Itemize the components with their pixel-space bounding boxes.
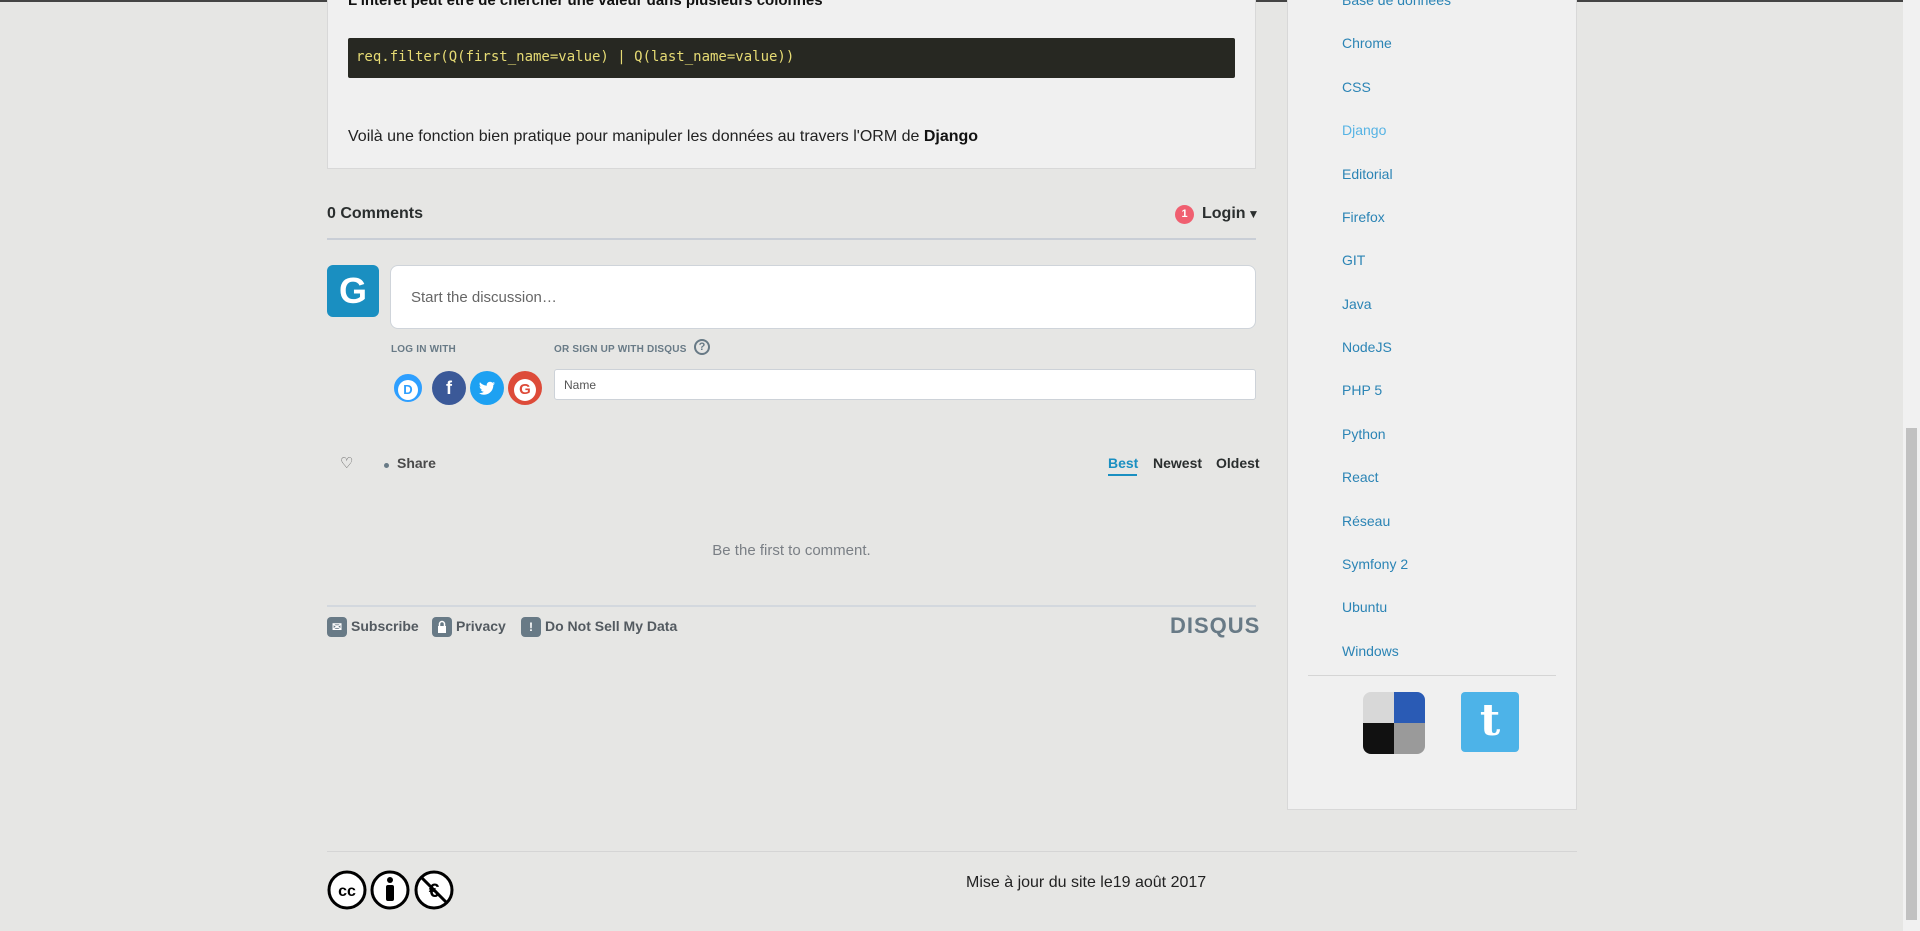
- name-field-wrapper[interactable]: [554, 369, 1256, 400]
- twitter-bird-icon: [479, 381, 495, 395]
- sign-up-label: OR SIGN UP WITH DISQUS: [554, 344, 687, 355]
- sidebar-item-java[interactable]: Java: [1342, 296, 1372, 312]
- sidebar-item-python[interactable]: Python: [1342, 426, 1386, 442]
- mail-icon[interactable]: ✉: [327, 617, 347, 637]
- disqus-login-icon[interactable]: D: [391, 371, 425, 405]
- code-text: req.filter(Q(first_name=value) | Q(last_…: [356, 49, 795, 65]
- sidebar-item-editorial[interactable]: Editorial: [1342, 166, 1393, 182]
- share-button[interactable]: Share: [397, 455, 436, 471]
- bullet-dot: [384, 463, 389, 468]
- sort-oldest-tab[interactable]: Oldest: [1216, 455, 1260, 471]
- article-heading: L'intérêt peut être de chercher une vale…: [348, 0, 823, 9]
- article-paragraph-bold: Django: [923, 128, 979, 145]
- lock-glyph-icon: [438, 620, 446, 633]
- creative-commons-icon[interactable]: cc €: [327, 870, 457, 917]
- code-block: req.filter(Q(first_name=value) | Q(last_…: [348, 38, 1235, 78]
- subscribe-link[interactable]: Subscribe: [351, 618, 419, 634]
- login-label[interactable]: Login: [1202, 205, 1246, 222]
- discussion-input[interactable]: [411, 266, 1231, 328]
- sidebar-item-php5[interactable]: PHP 5: [1342, 382, 1382, 398]
- delicious-tile-grey: [1363, 692, 1394, 723]
- footer-divider: [327, 605, 1256, 607]
- delicious-icon[interactable]: [1363, 692, 1425, 754]
- sidebar-item-firefox[interactable]: Firefox: [1342, 209, 1385, 225]
- sidebar-item-django[interactable]: Django: [1342, 122, 1386, 138]
- comment-box[interactable]: [390, 265, 1256, 329]
- article-paragraph: Voilà une fonction bien pratique pour ma…: [348, 128, 978, 146]
- site-update-text: Mise à jour du site le19 août 2017: [966, 874, 1207, 891]
- sidebar-item-react[interactable]: React: [1342, 469, 1379, 485]
- sort-newest-tab[interactable]: Newest: [1153, 455, 1202, 471]
- avatar: G: [327, 265, 379, 317]
- twitter-icon[interactable]: t: [1461, 692, 1519, 752]
- heart-icon[interactable]: ♡: [340, 454, 353, 472]
- sidebar-item-symfony2[interactable]: Symfony 2: [1342, 556, 1408, 572]
- name-field[interactable]: [564, 370, 1244, 399]
- svg-text:cc: cc: [338, 883, 356, 900]
- sidebar-item-git[interactable]: GIT: [1342, 252, 1365, 268]
- sidebar: Base de données Chrome CSS Django Editor…: [1287, 0, 1577, 810]
- scrollbar-thumb[interactable]: [1906, 428, 1917, 920]
- twitter-login-icon[interactable]: [470, 371, 504, 405]
- sidebar-item-nodejs[interactable]: NodeJS: [1342, 339, 1392, 355]
- disqus-glyph: D: [398, 380, 418, 400]
- sidebar-item-css[interactable]: CSS: [1342, 79, 1371, 95]
- disqus-logo[interactable]: DISQUS: [1170, 613, 1260, 639]
- google-login-icon[interactable]: G: [508, 371, 542, 405]
- log-in-with-label: LOG IN WITH: [391, 344, 456, 355]
- do-not-sell-link[interactable]: Do Not Sell My Data: [545, 618, 677, 634]
- google-glyph: G: [514, 379, 536, 401]
- cc-by-nc-badge-icon: cc €: [327, 870, 454, 910]
- comments-count[interactable]: 0 Comments: [327, 205, 423, 223]
- sidebar-item-chrome[interactable]: Chrome: [1342, 35, 1392, 51]
- sort-best-tab[interactable]: Best: [1108, 455, 1138, 471]
- page-footer-divider: [327, 851, 1577, 852]
- chevron-down-icon[interactable]: ▼: [1248, 207, 1260, 221]
- sidebar-item-windows[interactable]: Windows: [1342, 643, 1399, 659]
- sidebar-item-reseau[interactable]: Réseau: [1342, 513, 1390, 529]
- delicious-tile-black: [1363, 723, 1394, 754]
- article-paragraph-text: Voilà une fonction bien pratique pour ma…: [348, 128, 924, 145]
- empty-comments-message: Be the first to comment.: [712, 542, 871, 559]
- lock-icon[interactable]: [432, 617, 452, 637]
- delicious-tile-silver: [1394, 723, 1425, 754]
- privacy-link[interactable]: Privacy: [456, 618, 506, 634]
- delicious-tile-blue: [1394, 692, 1425, 723]
- active-tab-indicator: [1108, 474, 1137, 476]
- sidebar-item-partial[interactable]: Base de données: [1342, 0, 1451, 8]
- notification-badge[interactable]: 1: [1175, 205, 1194, 224]
- alert-icon[interactable]: !: [521, 617, 541, 637]
- sidebar-item-ubuntu[interactable]: Ubuntu: [1342, 599, 1387, 615]
- facebook-login-icon[interactable]: f: [432, 371, 466, 405]
- sidebar-divider: [1308, 675, 1556, 676]
- help-icon[interactable]: ?: [694, 339, 710, 355]
- article-content: L'intérêt peut être de chercher une vale…: [327, 0, 1256, 169]
- login-menu[interactable]: Login ▼: [1202, 205, 1259, 223]
- header-divider: [327, 238, 1256, 240]
